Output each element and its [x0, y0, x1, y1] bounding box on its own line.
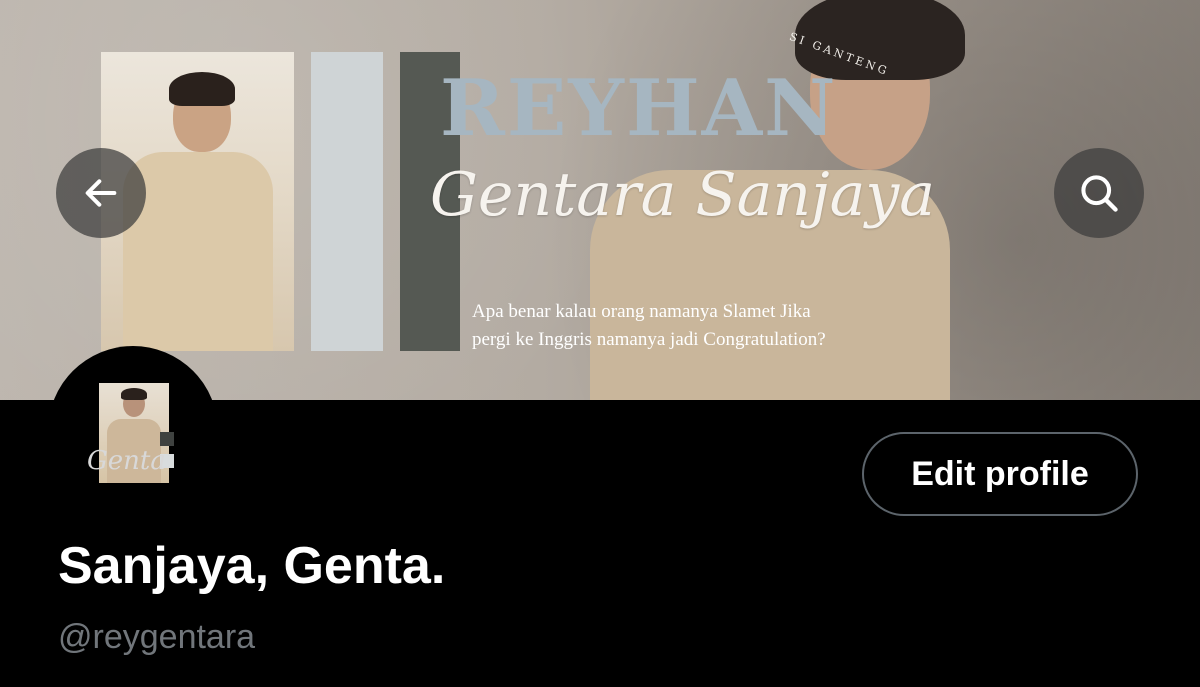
profile-banner[interactable]: REYHAN SI GANTENG Gentara Sanjaya Apa be…	[0, 0, 1200, 400]
portrait-body	[123, 152, 273, 351]
back-button[interactable]	[56, 148, 146, 238]
portrait-hair	[169, 72, 235, 106]
banner-script-name: Gentara Sanjaya	[430, 160, 936, 230]
profile-handle: @reygentara	[58, 618, 256, 656]
avatar-photo-hair	[121, 388, 147, 400]
banner-quote-line-2: pergi ke Inggris namanya jadi Congratula…	[472, 329, 826, 350]
avatar-dark-block	[160, 432, 174, 446]
banner-quote-line-1: Apa benar kalau orang namanya Slamet Jik…	[472, 301, 811, 322]
arrow-left-icon	[85, 179, 117, 207]
banner-light-bar	[311, 52, 383, 351]
profile-display-name: Sanjaya, Genta.	[58, 537, 446, 595]
avatar[interactable]: Genta	[52, 350, 214, 512]
avatar-script-text: Genta	[87, 446, 166, 476]
banner-title: REYHAN	[440, 63, 838, 154]
banner-quote: Apa benar kalau orang namanya Slamet Jik…	[472, 298, 992, 354]
search-button[interactable]	[1054, 148, 1144, 238]
search-icon	[1081, 175, 1118, 212]
edit-profile-button[interactable]: Edit profile	[862, 432, 1138, 516]
